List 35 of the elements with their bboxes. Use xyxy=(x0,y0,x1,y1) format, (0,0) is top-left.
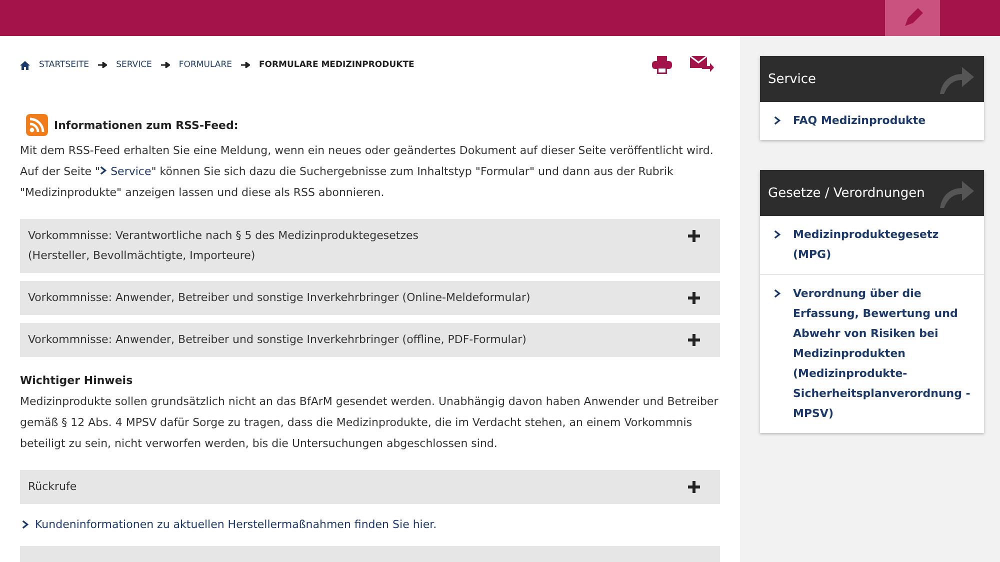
sidebar-link[interactable]: Verordnung über die Erfassung, Bewertung und Abwehr von Risiken bei Medizinprodukten (Medizinprodukte-Sicherheitsplanverordnung - MPSV) xyxy=(760,274,984,433)
chevron-icon xyxy=(774,116,781,125)
arrow-icon xyxy=(160,60,170,70)
breadcrumb-link[interactable]: SERVICE xyxy=(116,60,152,70)
chevron-icon xyxy=(774,289,781,298)
card-title: Gesetze / Verordnungen xyxy=(760,170,984,216)
breadcrumb-link[interactable]: FORMULARE MEDIZINPRODUKTE xyxy=(258,60,414,70)
service-link[interactable]: Service xyxy=(100,165,152,178)
chevron-icon xyxy=(22,520,29,529)
notice-title: Wichtiger Hinweis xyxy=(20,373,134,389)
card-title: Service xyxy=(760,56,984,102)
recall-link[interactable]: Kundeninformationen zu aktuellen Herstellermaßnahmen finden Sie hier. xyxy=(22,518,720,531)
section-heading: Informationen zum RSS-Feed: xyxy=(54,118,238,132)
accordion-header[interactable]: Vorkommnisse: Anwender, Betreiber und sonstige Inverkehrbringer (Online-Meldeformular) xyxy=(20,281,720,315)
rss-icon[interactable] xyxy=(26,114,48,136)
chevron-icon xyxy=(100,166,108,175)
arrow-icon xyxy=(240,60,250,70)
mail-forward-icon[interactable] xyxy=(690,56,714,72)
sidebar-link[interactable]: Medizinproduktegesetz (MPG) xyxy=(760,216,984,274)
print-icon[interactable] xyxy=(652,56,672,74)
sidebar-link[interactable]: FAQ Medizinprodukte xyxy=(760,102,984,140)
breadcrumb-link[interactable]: STARTSEITE xyxy=(39,60,90,70)
accordion-header[interactable]: Vorkommnisse: Verantwortliche nach § 5 des Medizinproduktegesetzes (Hersteller, Bevollmächtigte, Importeure) xyxy=(20,219,720,273)
plus-icon xyxy=(688,334,700,346)
arrow-icon xyxy=(98,60,108,70)
chevron-icon xyxy=(774,230,781,239)
rss-paragraph: Mit dem RSS-Feed erhalten Sie eine Meldung, wenn ein neues oder geändertes Dokument auf dieser Seite veröffentlicht wird. Auf der Seite " Service" können Sie sich dazu die Suchergebnisse zum Inhaltstyp "Formular" und dann aus der Rubrik "Medizinprodukte" anzeigen lassen und diese als RSS abonnieren. xyxy=(20,143,714,201)
plus-icon xyxy=(688,481,700,493)
plus-icon xyxy=(688,230,700,242)
notice-paragraph: Medizinprodukte sollen grundsätzlich nicht an das BfArM gesendet werden. Unabhängig davon haben Anwender und Betreiber gemäß § 12 Abs. 4 MPSV dafür Sorge zu tragen, dass die Medizinprodukte, die im Verdacht stehen, an einem Vorkommnis beteiligt zu sein, nicht verworfen werden, bis die Untersuchungen abgeschlossen sind. xyxy=(20,394,720,452)
home-icon xyxy=(20,60,30,70)
accordion-header[interactable]: Rückrufe xyxy=(20,470,720,504)
breadcrumb-link[interactable]: FORMULARE xyxy=(178,60,232,70)
accordion-header[interactable]: Vorkommnisse: Anwender, Betreiber und sonstige Inverkehrbringer (offline, PDF-Formular) xyxy=(20,323,720,357)
plus-icon xyxy=(688,292,700,304)
